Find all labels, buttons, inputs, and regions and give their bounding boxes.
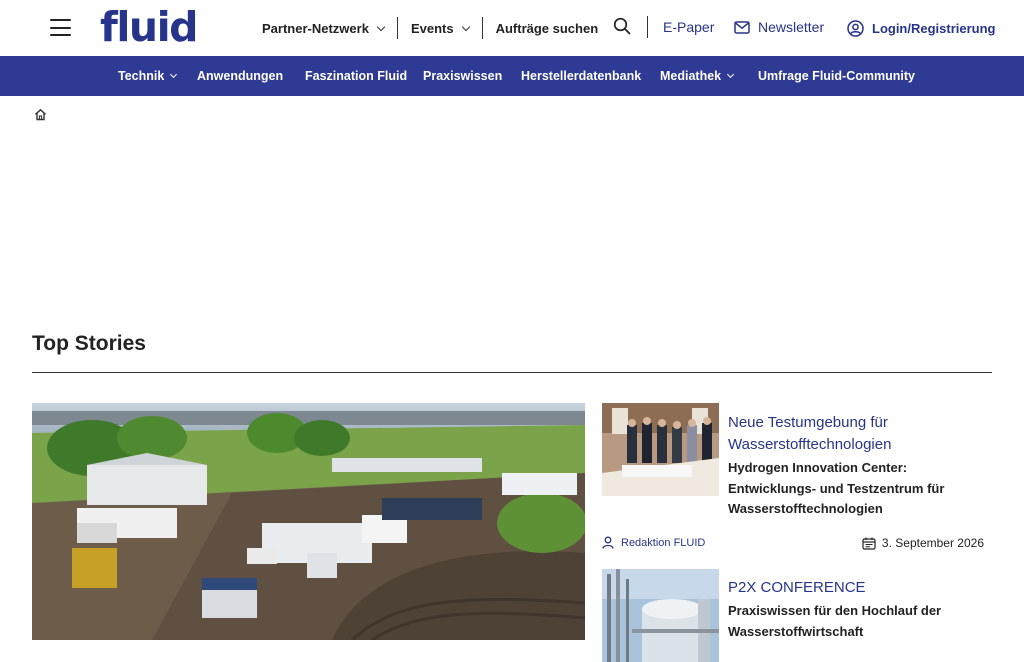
story-date-text: 3. September 2026 [881, 536, 984, 550]
top-nav: Partner-Netzwerk Events Aufträge suchen [262, 17, 598, 39]
industrial-plant-photo [602, 569, 719, 662]
envelope-icon [734, 20, 750, 34]
nav-events-label: Events [410, 20, 454, 36]
mainnav-anwendungen-label: Anwendungen [197, 69, 284, 83]
mainnav-herstellerdatenbank[interactable]: Herstellerdatenbank [521, 69, 641, 83]
user-circle-icon [847, 20, 864, 37]
login-link[interactable]: Login/Registrierung [847, 20, 996, 37]
epaper-link[interactable]: E-Paper [663, 19, 714, 35]
mainnav-praxiswissen[interactable]: Praxiswissen [423, 69, 502, 83]
story-card[interactable]: P2X CONFERENCE Praxiswissen für den Hoch… [602, 569, 992, 662]
search-icon[interactable] [613, 17, 631, 35]
nav-events[interactable]: Events [410, 20, 470, 36]
mainnav-mediathek[interactable]: Mediathek [660, 69, 735, 83]
mainnav-umfrage-label: Umfrage Fluid-Community [758, 69, 915, 83]
epaper-label: E-Paper [663, 19, 715, 35]
chevron-down-icon [461, 22, 470, 31]
login-label: Login/Registrierung [872, 21, 996, 36]
chevron-down-icon [376, 22, 386, 31]
mainnav-mediathek-label: Mediathek [660, 69, 722, 83]
story-headline[interactable]: Praxiswissen für den Hochlauf der Wasser… [728, 601, 988, 642]
main-nav: Technik Anwendungen Faszination Fluid Pr… [0, 56, 1024, 96]
story-thumbnail[interactable] [602, 403, 719, 496]
mainnav-faszination-fluid-label: Faszination Fluid [305, 69, 408, 83]
user-icon [602, 536, 614, 549]
site-header: fluid Partner-Netzwerk Events Aufträge s… [0, 0, 1024, 56]
top-stories-title: Top Stories [32, 332, 146, 355]
story-date: 3. September 2026 [862, 536, 984, 550]
calendar-icon [862, 537, 876, 550]
mainnav-technik[interactable]: Technik [118, 69, 178, 83]
chevron-down-icon [727, 70, 735, 79]
nav-partner-netzwerk[interactable]: Partner-Netzwerk [262, 20, 386, 36]
chevron-down-icon [170, 70, 178, 79]
mainnav-praxiswissen-label: Praxiswissen [423, 69, 503, 83]
home-icon[interactable] [34, 108, 47, 121]
nav-divider [396, 17, 398, 39]
header-divider [647, 16, 648, 38]
fluid-logo[interactable]: fluid [100, 5, 198, 49]
story-thumbnail[interactable] [602, 569, 719, 662]
story-author-name: Redaktion FLUID [621, 536, 706, 549]
story-kicker[interactable]: P2X CONFERENCE [728, 577, 988, 599]
section-divider [32, 372, 992, 373]
hamburger-menu-icon[interactable] [50, 19, 71, 36]
nav-divider [481, 17, 483, 39]
mainnav-faszination-fluid[interactable]: Faszination Fluid [305, 69, 407, 83]
newsletter-link[interactable]: Newsletter [734, 19, 824, 35]
mainnav-technik-label: Technik [118, 69, 165, 83]
construction-site-photo [32, 403, 585, 640]
story-headline[interactable]: Hydrogen Innovation Center: Entwicklungs… [728, 458, 988, 520]
nav-auftraege-suchen[interactable]: Aufträge suchen [496, 21, 599, 36]
mainnav-umfrage-fluid-community[interactable]: Umfrage Fluid-Community [758, 69, 915, 83]
nav-auftraege-suchen-label: Aufträge suchen [495, 20, 599, 36]
newsletter-label: Newsletter [758, 19, 825, 35]
story-author[interactable]: Redaktion FLUID [602, 536, 705, 549]
mainnav-anwendungen[interactable]: Anwendungen [197, 69, 283, 83]
featured-story-image[interactable] [32, 403, 585, 640]
nav-partner-netzwerk-label: Partner-Netzwerk [262, 20, 369, 36]
story-kicker[interactable]: Neue Testumgebung für Wasserstofftechnol… [728, 412, 988, 456]
meeting-photo [602, 403, 719, 496]
mainnav-herstellerdatenbank-label: Herstellerdatenbank [521, 69, 642, 83]
